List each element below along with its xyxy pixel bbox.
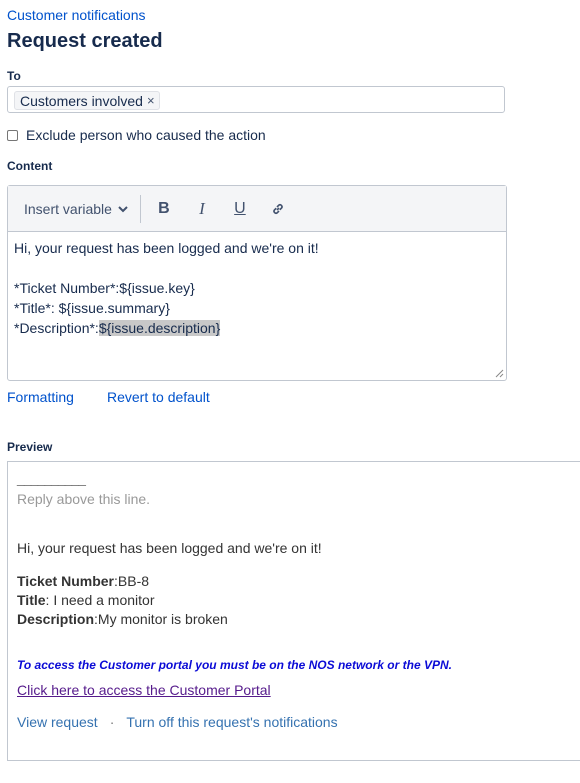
content-editor: Insert variable B I U Hi, your request h… [7, 185, 507, 381]
underline-button[interactable]: U [225, 194, 255, 224]
exclude-row: Exclude person who caused the action [7, 127, 266, 143]
field-key: Ticket Number [17, 573, 114, 589]
insert-variable-dropdown[interactable]: Insert variable [24, 201, 128, 217]
italic-button[interactable]: I [187, 194, 217, 224]
recipients-field[interactable]: Customers involved × [7, 86, 505, 113]
portal-access-notice: To access the Customer portal you must b… [17, 658, 452, 672]
formatting-link[interactable]: Formatting [7, 389, 74, 405]
to-label: To [7, 69, 21, 83]
content-line: *Description*:${issue.description} [14, 318, 500, 338]
customer-portal-link[interactable]: Click here to access the Customer Portal [17, 682, 271, 698]
link-button[interactable] [263, 194, 293, 224]
recipient-tag: Customers involved × [14, 91, 160, 110]
view-request-link[interactable]: View request [17, 714, 98, 730]
preview-greeting: Hi, your request has been logged and we'… [17, 540, 322, 556]
content-line: *Title*: ${issue.summary} [14, 300, 170, 316]
exclude-checkbox[interactable] [7, 129, 18, 141]
content-line-text: *Description*: [14, 320, 99, 336]
preview-panel: __________ Reply above this line. Hi, yo… [7, 461, 580, 761]
content-line [14, 258, 500, 278]
page-title: Request created [7, 30, 163, 52]
remove-tag-icon[interactable]: × [147, 92, 155, 110]
field-value: BB-8 [117, 573, 150, 589]
field-key: Title [17, 592, 46, 608]
editor-toolbar: Insert variable B I U [8, 186, 506, 232]
selected-variable: ${issue.description} [98, 320, 221, 336]
field-value: I need a monitor [53, 592, 155, 608]
exclude-label: Exclude person who caused the action [26, 127, 266, 143]
revert-to-default-link[interactable]: Revert to default [107, 389, 210, 405]
field-value: My monitor is broken [97, 611, 228, 627]
field-key: Description [17, 611, 95, 627]
link-icon [273, 203, 283, 214]
preview-field-title: Title: I need a monitor [17, 592, 154, 608]
content-label: Content [7, 159, 53, 173]
breadcrumb-customer-notifications[interactable]: Customer notifications [7, 7, 146, 23]
recipient-tag-label: Customers involved [20, 92, 143, 109]
preview-label: Preview [7, 440, 53, 454]
insert-variable-label: Insert variable [24, 200, 112, 217]
toolbar-divider [139, 194, 141, 223]
preview-field-description: Description:My monitor is broken [17, 611, 228, 627]
preview-footer-links: View request · Turn off this request's not… [17, 714, 338, 730]
content-textarea[interactable]: Hi, your request has been logged and we'… [8, 232, 506, 344]
footer-separator: · [109, 714, 115, 730]
resize-handle-icon[interactable] [495, 369, 504, 378]
chevron-down-icon [118, 205, 128, 212]
reply-above-text: Reply above this line. [17, 491, 151, 507]
turn-off-notifications-link[interactable]: Turn off this request's notifications [126, 714, 337, 730]
reply-rule: __________ [17, 470, 86, 486]
bold-button[interactable]: B [149, 194, 179, 224]
preview-field-ticket: Ticket Number:BB-8 [17, 573, 149, 589]
content-line: *Ticket Number*:${issue.key} [14, 280, 195, 296]
content-line: Hi, your request has been logged and we'… [14, 240, 319, 256]
editor-links: Formatting Revert to default [7, 389, 210, 405]
